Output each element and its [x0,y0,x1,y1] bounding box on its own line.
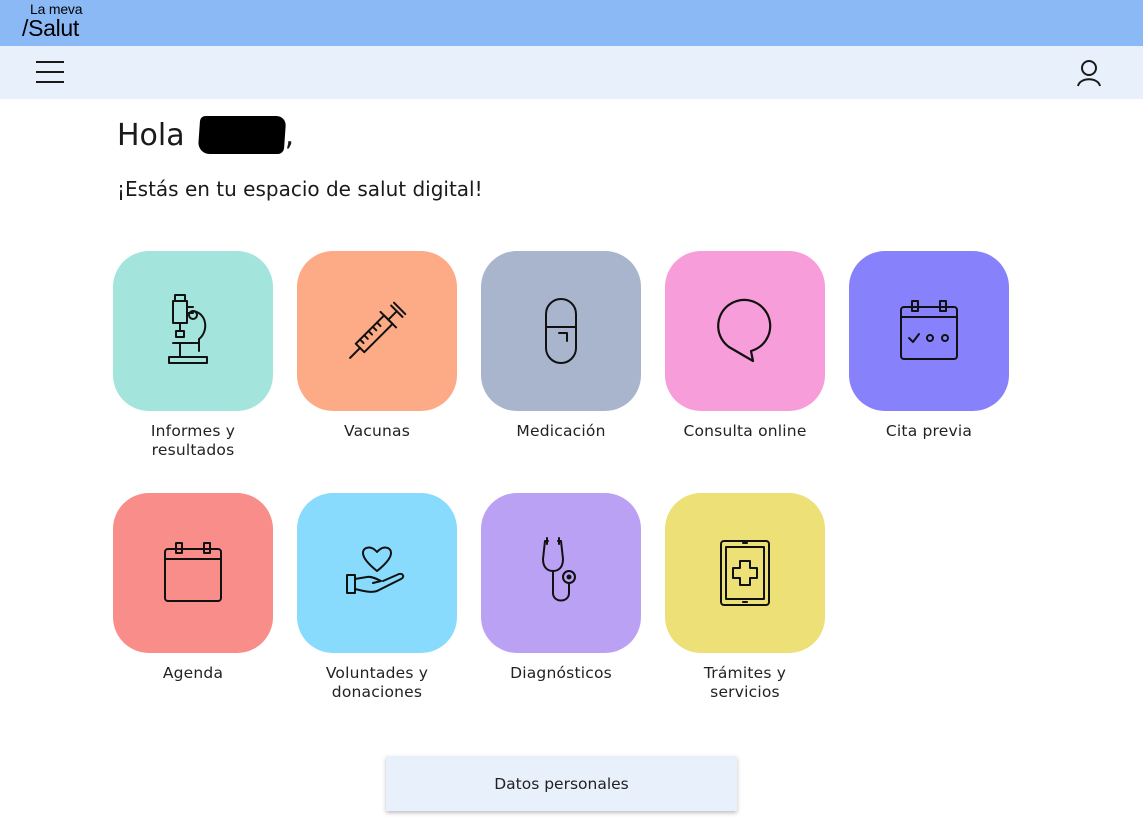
pill-icon [545,298,577,364]
greeting-comma: , [284,117,295,153]
tile-consulta-online[interactable]: Consulta online [665,251,825,441]
greeting-heading: Hola , [117,116,294,154]
tile-label: Voluntades y donaciones [325,664,429,701]
tile-voluntades-donaciones[interactable]: Voluntades y donaciones [297,493,457,702]
tile-informes-resultados[interactable]: Informes y resultados [113,251,273,460]
logo-line-1: La meva [30,1,83,17]
user-icon[interactable] [1074,58,1104,88]
microscope-icon [168,294,208,364]
tile-vacunas[interactable]: Vacunas [297,251,457,441]
tile-label: Diagnósticos [510,664,612,682]
greeting-hello: Hola [117,117,185,153]
logo-line-2: /Salut [22,15,80,41]
tile-diagnosticos[interactable]: Diagnósticos [481,493,641,683]
logo[interactable]: La meva /Salut [22,2,82,40]
tile-box [481,493,641,653]
hamburger-icon[interactable] [34,59,66,85]
chat-bubble-icon [717,298,772,363]
tile-cita-previa[interactable]: Cita previa [849,251,1009,441]
redacted-name [197,116,286,154]
tile-box [297,493,457,653]
tile-box [297,251,457,411]
syringe-icon [349,301,407,359]
greeting-subtitle: ¡Estás en tu espacio de salut digital! [117,177,483,201]
stethoscope-icon [542,537,576,602]
tile-label: Cita previa [885,422,973,440]
tile-label: Trámites y servicios [703,664,787,701]
tile-medicacion[interactable]: Medicación [481,251,641,441]
hand-heart-icon [346,546,405,594]
tile-box [665,493,825,653]
tile-label: Agenda [162,664,224,682]
tile-label: Consulta online [683,422,807,440]
tile-agenda[interactable]: Agenda [113,493,273,683]
tile-label: Informes y resultados [150,422,236,459]
tablet-medical-icon [720,540,770,606]
brand-bar: La meva /Salut [0,0,1143,46]
calendar-check-icon [900,300,958,360]
nav-bar [0,46,1143,99]
tile-box [113,493,273,653]
tile-box [481,251,641,411]
tile-box [113,251,273,411]
tile-tramites-servicios[interactable]: Trámites y servicios [665,493,825,702]
tile-label: Medicación [516,422,606,440]
tile-label: Vacunas [343,422,411,440]
tile-box [665,251,825,411]
calendar-icon [164,542,222,602]
tile-box [849,251,1009,411]
personal-data-button[interactable]: Datos personales [386,756,737,811]
